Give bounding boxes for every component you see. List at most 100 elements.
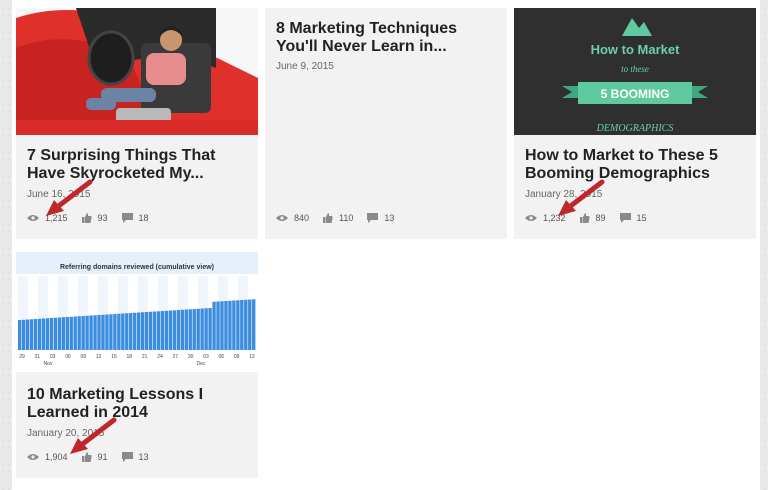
thumb-banner: 5 BOOMING xyxy=(601,87,670,101)
article-card-2[interactable]: 8 Marketing Techniques You'll Never Lear… xyxy=(265,8,507,239)
thumbs-up-icon xyxy=(579,212,590,223)
chart-bar xyxy=(85,315,89,350)
chart-bar xyxy=(53,317,58,350)
article-date: January 20, 2015 xyxy=(27,428,105,439)
views-count: 1,904 xyxy=(45,452,68,462)
content-panel: 7 Surprising Things That Have Skyrockete… xyxy=(12,0,760,490)
chart-tick-label: 09 xyxy=(81,354,87,360)
article-date: January 28, 2015 xyxy=(525,189,603,200)
chart-bar xyxy=(41,318,46,350)
article-date: June 16, 2015 xyxy=(27,189,91,200)
chart-bar xyxy=(204,308,208,350)
thumb-line2: to these xyxy=(621,64,649,74)
chart-tick-label: 12 xyxy=(96,354,102,360)
infographic-image: How to Market to these 5 BOOMING DEMOGRA… xyxy=(514,8,756,135)
chart-bar xyxy=(37,318,42,350)
article-card-3[interactable]: How to Market to these 5 BOOMING DEMOGRA… xyxy=(514,8,756,239)
chart-bar xyxy=(212,301,216,350)
chart-bar xyxy=(196,308,200,350)
chart-bar xyxy=(232,300,236,350)
comments-count: 13 xyxy=(138,452,149,462)
chart-bar xyxy=(152,311,157,350)
chart-bar xyxy=(49,318,54,350)
eye-icon xyxy=(27,215,39,221)
article-date: June 9, 2015 xyxy=(276,61,334,72)
chart-bar xyxy=(140,312,145,350)
chart-bar xyxy=(228,300,232,350)
thumb-line3: DEMOGRAPHICS xyxy=(596,123,674,134)
chart-bar xyxy=(216,301,220,350)
chart-bar xyxy=(176,310,181,350)
chart-bar xyxy=(168,310,173,350)
thumbs-up-icon xyxy=(323,212,333,223)
likes-count: 89 xyxy=(595,213,606,223)
article-title[interactable]: 8 Marketing Techniques You'll Never Lear… xyxy=(276,20,498,56)
chart-tick-label: 21 xyxy=(142,354,148,360)
chart-tick-label: 31 xyxy=(35,354,41,360)
thumb-line1: How to Market xyxy=(591,42,681,57)
article-card-4[interactable]: Referring domains reviewed (cumulative v… xyxy=(16,252,258,478)
chart-month-label: Nov xyxy=(44,361,53,367)
chart-bar xyxy=(200,308,204,350)
comments-count: 18 xyxy=(138,213,149,223)
article-stats: 1,904 91 13 xyxy=(27,450,163,464)
chart-bar xyxy=(224,301,228,350)
article-title[interactable]: 10 Marketing Lessons I Learned in 2014 xyxy=(27,386,249,422)
comments-count: 13 xyxy=(384,213,395,223)
chart-tick-label: 27 xyxy=(173,354,179,360)
article-stats: 1,232 89 15 xyxy=(525,211,661,225)
article-title[interactable]: 7 Surprising Things That Have Skyrockete… xyxy=(27,147,249,183)
likes-count: 91 xyxy=(97,452,108,462)
chart-bar xyxy=(73,316,77,350)
chart-tick-label: 06 xyxy=(219,354,225,360)
article-thumbnail[interactable]: Referring domains reviewed (cumulative v… xyxy=(16,252,258,372)
chart-bar xyxy=(244,299,248,350)
chart-tick-label: 18 xyxy=(127,354,133,360)
chart-bar xyxy=(69,316,73,350)
eye-icon xyxy=(525,215,537,221)
article-title[interactable]: How to Market to These 5 Booming Demogra… xyxy=(525,147,747,183)
views-count: 840 xyxy=(294,213,310,223)
chart-bar xyxy=(18,320,22,350)
comments-count: 15 xyxy=(636,213,647,223)
chart-bar xyxy=(160,311,165,350)
chart-bar xyxy=(61,317,65,350)
chart-bar xyxy=(192,309,196,350)
chart-tick-label: 30 xyxy=(188,354,194,360)
chart-bar xyxy=(188,309,192,350)
chart-bar xyxy=(93,315,97,350)
chart-bar xyxy=(156,311,161,350)
chart-bar xyxy=(220,301,224,350)
chart-bar xyxy=(105,314,109,350)
chart-bar xyxy=(252,299,256,350)
chart-bar xyxy=(21,319,26,350)
chart-bar xyxy=(97,315,101,350)
chart-tick-label: 29 xyxy=(19,354,25,360)
comment-icon xyxy=(619,213,631,223)
chart-tick-label: 03 xyxy=(50,354,56,360)
chart-bar xyxy=(29,319,34,350)
chart-tick-label: 06 xyxy=(65,354,71,360)
chart-bar xyxy=(77,316,81,350)
likes-count: 93 xyxy=(97,213,108,223)
article-thumbnail[interactable] xyxy=(16,8,258,135)
thumbs-up-icon xyxy=(81,451,92,462)
chart-bar xyxy=(144,312,149,350)
comment-icon xyxy=(121,452,133,462)
views-count: 1,215 xyxy=(45,213,68,223)
comment-icon xyxy=(367,213,379,223)
chart-bar xyxy=(57,317,62,350)
referring-domains-chart-image: Referring domains reviewed (cumulative v… xyxy=(16,252,258,372)
chart-month-label: Dec xyxy=(197,361,206,367)
chart-bar xyxy=(81,316,85,350)
chart-bar xyxy=(25,319,30,350)
chart-tick-label: 24 xyxy=(157,354,163,360)
article-stats: 840 110 13 xyxy=(276,211,408,225)
article-thumbnail[interactable]: How to Market to these 5 BOOMING DEMOGRA… xyxy=(514,8,756,135)
chart-bar xyxy=(240,300,244,350)
chart-bar xyxy=(33,319,38,350)
article-card-1[interactable]: 7 Surprising Things That Have Skyrockete… xyxy=(16,8,258,239)
chart-bar xyxy=(45,318,50,350)
chart-bar xyxy=(65,317,69,350)
likes-count: 110 xyxy=(339,213,354,223)
